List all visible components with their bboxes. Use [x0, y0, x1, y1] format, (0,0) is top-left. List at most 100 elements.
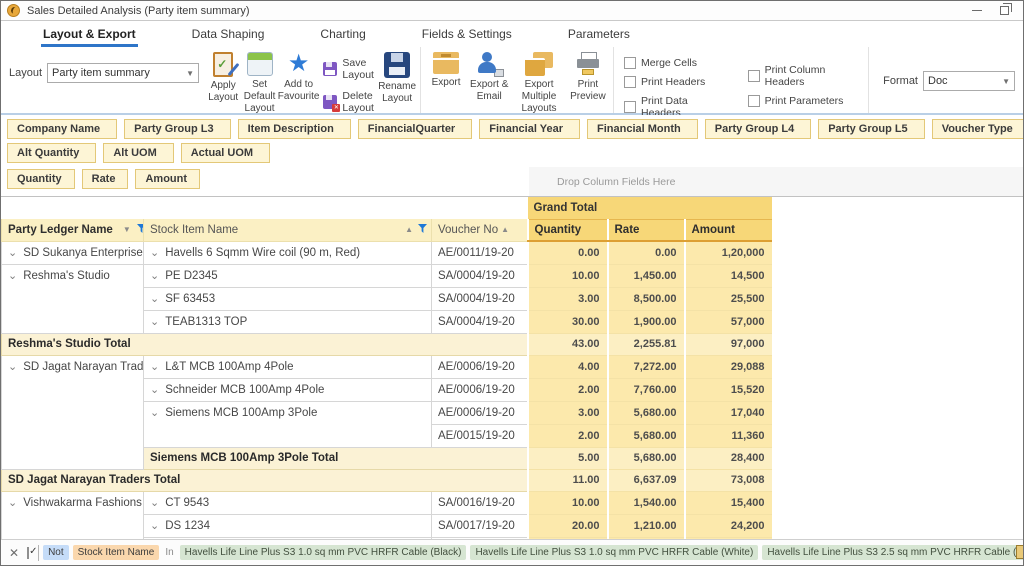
cell-qty[interactable]: 2.00 [528, 378, 608, 401]
cell-qty[interactable]: 2.00 [528, 424, 608, 447]
field-chip[interactable]: Party Group L4 [705, 119, 811, 139]
cell-qty[interactable]: 11.00 [528, 469, 608, 491]
field-chip[interactable]: Voucher Type [932, 119, 1024, 139]
field-chip[interactable]: Alt UOM [103, 143, 173, 163]
filter-value-chip[interactable]: Havells Life Line Plus S3 1.0 sq mm PVC … [180, 545, 467, 560]
data-field-chip[interactable]: Rate [82, 169, 129, 189]
cell-rate[interactable]: 1,900.00 [608, 310, 685, 333]
cell-amount[interactable]: 14,500 [685, 264, 772, 287]
cell-amount[interactable]: 11,360 [685, 424, 772, 447]
print-headers-checkbox[interactable]: Print Headers [624, 76, 722, 88]
tab-layout-export[interactable]: Layout & Export [41, 23, 138, 47]
column-header-stock-item[interactable]: Stock Item Name ▲ [144, 219, 432, 241]
apply-layout-button[interactable]: Apply Layout [205, 49, 241, 104]
restore-button[interactable] [1000, 6, 1009, 15]
filter-not-chip[interactable]: Not [43, 545, 69, 560]
cell-amount[interactable]: 17,040 [685, 401, 772, 424]
cell-qty[interactable]: 30.00 [528, 310, 608, 333]
cell-item[interactable]: ⌄DS 1234 [144, 514, 432, 537]
rename-layout-button[interactable]: Rename Layout [378, 49, 416, 105]
cell-qty[interactable]: 10.00 [528, 491, 608, 514]
cell-qty[interactable]: 5.00 [528, 447, 608, 469]
expand-chevron-icon[interactable]: ⌄ [150, 293, 159, 305]
filter-field-chip[interactable]: Stock Item Name [73, 545, 160, 560]
set-default-layout-button[interactable]: Set Default Layout [241, 49, 277, 115]
cell-party[interactable]: ⌄Vishwakarma Fashions [2, 491, 144, 539]
cell-amount[interactable]: 15,520 [685, 378, 772, 401]
sort-ascending-icon[interactable]: ▲ [501, 225, 509, 234]
cell-amount[interactable]: 73,008 [685, 469, 772, 491]
tab-charting[interactable]: Charting [318, 23, 367, 47]
cell-rate[interactable]: 1,450.00 [608, 264, 685, 287]
cell-rate[interactable]: 6,637.09 [608, 469, 685, 491]
filter-funnel-icon[interactable] [418, 224, 427, 236]
cell-voucher[interactable]: SA/0004/19-20 [432, 287, 528, 310]
expand-chevron-icon[interactable]: ⌄ [150, 497, 159, 509]
column-header-voucher-no[interactable]: Voucher No ▲ [432, 219, 528, 241]
minimize-button[interactable] [972, 10, 982, 11]
cell-rate[interactable]: 1,540.00 [608, 491, 685, 514]
cell-voucher[interactable]: AE/0011/19-20 [432, 241, 528, 264]
delete-layout-button[interactable]: Delete Layout [323, 90, 374, 114]
cell-item[interactable]: ⌄PE D2345 [144, 264, 432, 287]
filter-enabled-checkbox[interactable] [27, 547, 29, 559]
group-total-label[interactable]: SD Jagat Narayan Traders Total [2, 469, 528, 491]
field-chip[interactable]: Financial Month [587, 119, 698, 139]
cell-voucher[interactable]: AE/0015/19-20 [432, 424, 528, 447]
cell-item[interactable]: ⌄Schneider MCB 100Amp 4Pole [144, 378, 432, 401]
expand-chevron-icon[interactable]: ⌄ [150, 384, 159, 396]
field-chip[interactable]: Party Group L5 [818, 119, 924, 139]
cell-rate[interactable]: 5,680.00 [608, 424, 685, 447]
cell-rate[interactable]: 1,210.00 [608, 514, 685, 537]
filter-operator[interactable]: In [165, 547, 173, 558]
field-chip[interactable]: Alt Quantity [7, 143, 96, 163]
cell-amount[interactable]: 24,200 [685, 514, 772, 537]
cell-amount[interactable]: 29,088 [685, 355, 772, 378]
cell-party[interactable]: ⌄SD Jagat Narayan Trad... [2, 355, 144, 469]
print-parameters-checkbox[interactable]: Print Parameters [748, 95, 859, 107]
column-header-party-ledger[interactable]: Party Ledger Name ▼ [2, 219, 144, 241]
expand-chevron-icon[interactable]: ⌄ [150, 361, 159, 373]
cell-qty[interactable]: 0.00 [528, 241, 608, 264]
cell-qty[interactable]: 3.00 [528, 401, 608, 424]
drop-column-hint[interactable]: Drop Column Fields Here [529, 167, 1023, 196]
field-chip[interactable]: Party Group L3 [124, 119, 230, 139]
expand-chevron-icon[interactable]: ⌄ [150, 407, 159, 419]
cell-rate[interactable]: 5,680.00 [608, 401, 685, 424]
group-total-label[interactable]: Reshma's Studio Total [2, 333, 528, 355]
cell-amount[interactable]: 28,400 [685, 447, 772, 469]
column-header-quantity[interactable]: Quantity [528, 219, 608, 241]
export-button[interactable]: Export [425, 49, 467, 89]
edit-filter-icon[interactable] [1016, 545, 1023, 559]
expand-chevron-icon[interactable]: ⌄ [8, 497, 17, 509]
expand-chevron-icon[interactable]: ⌄ [8, 247, 17, 259]
cell-rate[interactable]: 5,680.00 [608, 447, 685, 469]
filter-funnel-icon[interactable] [137, 224, 144, 236]
field-chip[interactable]: Item Description [238, 119, 351, 139]
column-header-amount[interactable]: Amount [685, 219, 772, 241]
filter-value-chip[interactable]: Havells Life Line Plus S3 1.0 sq mm PVC … [470, 545, 758, 560]
expand-chevron-icon[interactable]: ⌄ [150, 520, 159, 532]
cell-voucher[interactable]: AE/0006/19-20 [432, 401, 528, 424]
tab-fields-settings[interactable]: Fields & Settings [420, 23, 514, 47]
field-chip[interactable]: Company Name [7, 119, 117, 139]
cell-item[interactable]: ⌄TEAB1313 TOP [144, 310, 432, 333]
expand-chevron-icon[interactable]: ⌄ [150, 270, 159, 282]
cell-item[interactable]: ⌄Havells 6 Sqmm Wire coil (90 m, Red) [144, 241, 432, 264]
cell-rate[interactable]: 7,760.00 [608, 378, 685, 401]
expand-chevron-icon[interactable]: ⌄ [150, 316, 159, 328]
cell-amount[interactable]: 25,500 [685, 287, 772, 310]
cell-rate[interactable]: 8,500.00 [608, 287, 685, 310]
field-chip[interactable]: Actual UOM [181, 143, 270, 163]
cell-item[interactable]: ⌄CT 9543 [144, 491, 432, 514]
field-chip[interactable]: FinancialQuarter [358, 119, 472, 139]
cell-item[interactable]: ⌄SF 63453 [144, 287, 432, 310]
print-preview-button[interactable]: Print Preview [567, 49, 609, 103]
cell-rate[interactable]: 7,272.00 [608, 355, 685, 378]
cell-voucher[interactable]: AE/0006/19-20 [432, 355, 528, 378]
format-combobox[interactable]: Doc ▼ [923, 71, 1015, 91]
cell-party[interactable]: ⌄Reshma's Studio [2, 264, 144, 333]
add-to-favourite-button[interactable]: ★ Add to Favourite [278, 49, 320, 103]
close-filter-icon[interactable]: ✕ [9, 546, 19, 560]
data-field-chip[interactable]: Quantity [7, 169, 75, 189]
